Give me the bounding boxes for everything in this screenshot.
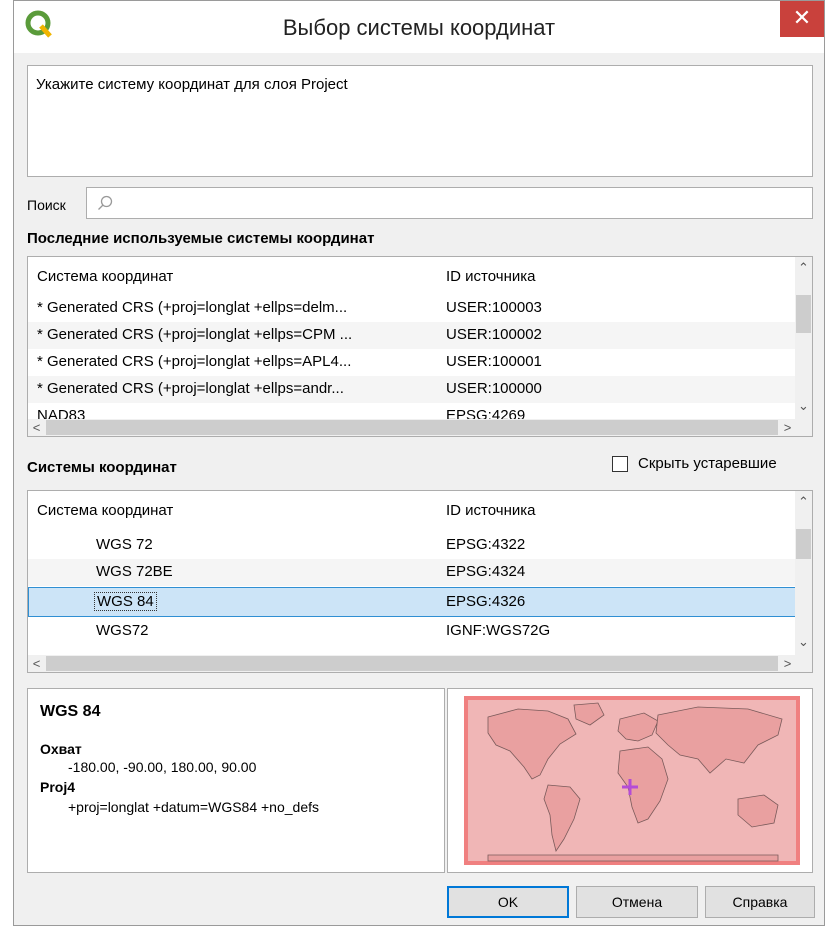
crs-info-panel: WGS 84 Охват -180.00, -90.00, 180.00, 90… <box>27 688 445 873</box>
close-icon: ✕ <box>792 5 812 30</box>
scroll-right-icon[interactable]: > <box>779 419 796 436</box>
scroll-right-icon[interactable]: > <box>779 655 796 672</box>
scroll-corner <box>795 655 812 672</box>
world-map <box>464 696 800 865</box>
crs-id: EPSG:4326 <box>446 593 526 610</box>
crs-id: EPSG:4322 <box>446 536 526 553</box>
scroll-down-icon[interactable]: ⌄ <box>795 397 812 414</box>
crs-id: USER:100001 <box>446 353 542 370</box>
scroll-thumb[interactable] <box>796 529 811 559</box>
title-bar: Выбор системы координат ✕ <box>14 1 824 53</box>
table-row[interactable]: WGS72 IGNF:WGS72G <box>28 618 796 645</box>
table-row-selected[interactable]: WGS 84 EPSG:4326 <box>28 587 796 617</box>
recent-crs-table[interactable]: Система координат ID источника * Generat… <box>27 256 813 437</box>
crs-info-title: WGS 84 <box>40 703 101 720</box>
crs-name: WGS72 <box>96 622 149 639</box>
scroll-down-icon[interactable]: ⌄ <box>795 633 812 650</box>
search-label: Поиск <box>27 197 66 213</box>
crs-list-title: Системы координат <box>27 459 177 476</box>
scroll-thumb[interactable] <box>46 656 778 671</box>
hide-deprecated-checkbox[interactable] <box>612 456 628 472</box>
crs-name: * Generated CRS (+proj=longlat +ellps=AP… <box>37 353 352 370</box>
proj4-value: +proj=longlat +datum=WGS84 +no_defs <box>68 799 320 815</box>
crs-table[interactable]: Система координат ID источника WGS 72 EP… <box>27 490 813 673</box>
close-button[interactable]: ✕ <box>780 1 824 37</box>
table-row[interactable]: WGS 72 EPSG:4322 <box>28 532 796 559</box>
ok-button[interactable]: OK <box>447 886 569 918</box>
scroll-up-icon[interactable]: ⌃ <box>795 259 812 276</box>
proj4-label: Proj4 <box>40 779 76 795</box>
crs-id: EPSG:4324 <box>446 563 526 580</box>
search-icon <box>98 195 113 210</box>
crs-id: USER:100000 <box>446 380 542 397</box>
column-header-source-id[interactable]: ID источника <box>446 268 535 285</box>
horizontal-scrollbar[interactable]: < > <box>28 655 796 672</box>
scroll-thumb[interactable] <box>46 420 778 435</box>
table-header: Система координат ID источника <box>28 491 796 529</box>
extent-value: -180.00, -90.00, 180.00, 90.00 <box>68 759 257 775</box>
scroll-corner <box>795 419 812 436</box>
scroll-up-icon[interactable]: ⌃ <box>795 493 812 510</box>
crs-name: * Generated CRS (+proj=longlat +ellps=an… <box>37 380 344 397</box>
vertical-scrollbar[interactable]: ⌃ ⌄ <box>795 257 812 419</box>
help-button[interactable]: Справка <box>705 886 815 918</box>
column-header-source-id[interactable]: ID источника <box>446 502 535 519</box>
crs-name: WGS 72 <box>96 536 153 553</box>
crs-id: USER:100002 <box>446 326 542 343</box>
description-text: Укажите систему координат для слоя Proje… <box>36 76 348 93</box>
crs-name: WGS 72BE <box>96 563 173 580</box>
crs-id: IGNF:WGS72G <box>446 622 551 639</box>
description-box: Укажите систему координат для слоя Proje… <box>27 65 813 177</box>
crs-name: * Generated CRS (+proj=longlat +ellps=de… <box>37 299 348 316</box>
column-header-crs[interactable]: Система координат <box>37 268 173 285</box>
table-row[interactable]: * Generated CRS (+proj=longlat +ellps=de… <box>28 295 796 322</box>
column-header-crs[interactable]: Система координат <box>37 502 173 519</box>
crs-map-preview <box>447 688 813 873</box>
table-row[interactable]: * Generated CRS (+proj=longlat +ellps=CP… <box>28 322 796 349</box>
recent-crs-title: Последние используемые системы координат <box>27 230 375 247</box>
cancel-button[interactable]: Отмена <box>576 886 698 918</box>
table-row[interactable]: * Generated CRS (+proj=longlat +ellps=AP… <box>28 349 796 376</box>
table-header: Система координат ID источника <box>28 257 796 295</box>
crs-name: WGS 84 <box>94 592 157 611</box>
scroll-thumb[interactable] <box>796 295 811 333</box>
vertical-scrollbar[interactable]: ⌃ ⌄ <box>795 491 812 655</box>
table-row[interactable]: WGS 72BE EPSG:4324 <box>28 559 796 586</box>
window-title: Выбор системы координат <box>282 15 556 40</box>
horizontal-scrollbar[interactable]: < > <box>28 419 796 436</box>
table-row[interactable]: * Generated CRS (+proj=longlat +ellps=an… <box>28 376 796 403</box>
crs-dialog: Выбор системы координат ✕ Укажите систем… <box>13 0 825 926</box>
scroll-left-icon[interactable]: < <box>28 655 45 672</box>
scroll-left-icon[interactable]: < <box>28 419 45 436</box>
search-input[interactable] <box>86 187 813 219</box>
hide-deprecated-label[interactable]: Скрыть устаревшие <box>638 455 777 472</box>
extent-label: Охват <box>40 741 82 757</box>
crs-name: * Generated CRS (+proj=longlat +ellps=CP… <box>37 326 353 343</box>
crs-id: USER:100003 <box>446 299 542 316</box>
